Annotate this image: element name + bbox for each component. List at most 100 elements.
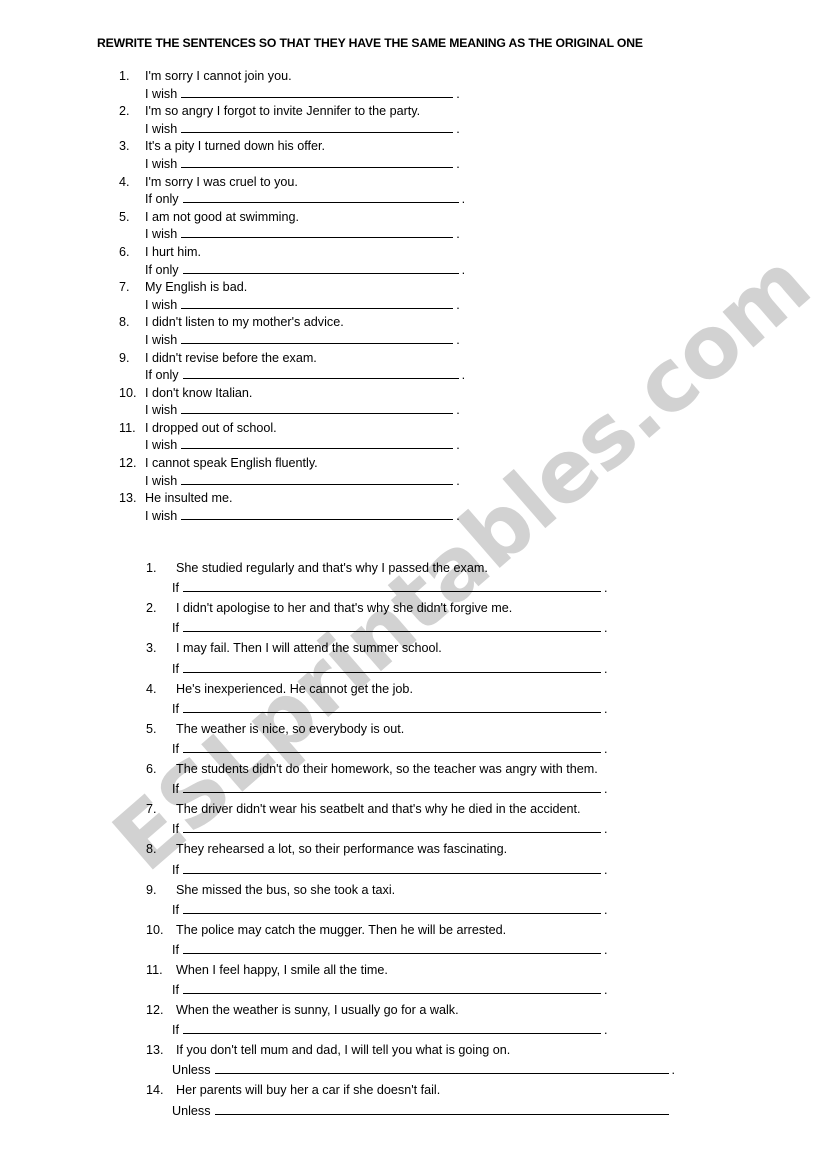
- answer-terminator: .: [456, 227, 460, 242]
- item-number: 10.: [119, 385, 137, 400]
- answer-lead-word: If only: [145, 368, 179, 383]
- question-sentence: The weather is nice, so everybody is out…: [176, 721, 405, 736]
- answer-blank[interactable]: [183, 942, 601, 954]
- answer-blank[interactable]: [182, 367, 459, 380]
- question-row: 11. I dropped out of school.: [0, 420, 277, 436]
- answer-row: I wish.: [0, 508, 460, 524]
- question-row: 9. She missed the bus, so she took a taxi…: [0, 882, 395, 898]
- item-number: 10.: [146, 922, 164, 937]
- answer-blank[interactable]: [214, 1103, 669, 1115]
- answer-terminator: .: [456, 473, 460, 488]
- item-number: 13.: [146, 1043, 164, 1058]
- answer-lead-word: I wish: [145, 332, 178, 347]
- answer-blank[interactable]: [183, 781, 601, 794]
- answer-blank[interactable]: [183, 580, 601, 593]
- answer-blank[interactable]: [181, 297, 454, 309]
- answer-blank[interactable]: [183, 821, 601, 834]
- answer-blank[interactable]: [183, 741, 601, 753]
- answer-lead-word: I wish: [145, 438, 178, 453]
- answer-row: If.: [0, 741, 608, 757]
- answer-blank[interactable]: [183, 620, 601, 633]
- question-sentence: She missed the bus, so she took a taxi.: [176, 882, 396, 897]
- answer-terminator: .: [461, 368, 466, 383]
- item-number: 13.: [119, 491, 137, 506]
- question-sentence: I am not good at swimming.: [145, 209, 299, 224]
- item-number: 8.: [146, 842, 157, 857]
- item-number: 6.: [119, 244, 130, 259]
- question-row: 13. He insulted me.: [0, 490, 233, 506]
- answer-blank[interactable]: [181, 402, 454, 415]
- item-number: 1.: [119, 69, 130, 83]
- answer-terminator: .: [456, 297, 460, 312]
- item-number: 2.: [119, 104, 130, 119]
- question-row: 1. I'm sorry I cannot join you.: [0, 68, 292, 84]
- question-row: 7. The driver didn't wear his seatbelt an…: [0, 801, 581, 817]
- answer-lead-word: I wish: [145, 121, 178, 136]
- answer-blank[interactable]: [214, 1062, 669, 1075]
- answer-blank[interactable]: [181, 332, 454, 344]
- question-sentence: When the weather is sunny, I usually go …: [176, 1003, 459, 1018]
- answer-row: I wish.: [0, 121, 460, 137]
- answer-row: I wish.: [0, 297, 460, 313]
- answer-blank[interactable]: [181, 86, 454, 98]
- answer-row: Unless.: [0, 1062, 675, 1078]
- answer-terminator: .: [456, 121, 460, 136]
- question-sentence: They rehearsed a lot, so their performan…: [176, 842, 508, 857]
- question-row: 4. I'm sorry I was cruel to you.: [0, 174, 298, 190]
- answer-lead-word: If: [172, 621, 179, 636]
- answer-lead-word: If only: [145, 192, 179, 207]
- answer-blank[interactable]: [183, 1022, 601, 1035]
- answer-lead-word: If: [172, 862, 179, 877]
- question-row: 11. When I feel happy, I smile all the ti…: [0, 962, 388, 978]
- answer-terminator: .: [604, 942, 608, 957]
- item-number: 3.: [146, 641, 157, 656]
- answer-blank[interactable]: [181, 437, 454, 450]
- answer-lead-word: I wish: [145, 86, 178, 101]
- question-sentence: If you don't tell mum and dad, I will te…: [176, 1043, 511, 1058]
- answer-blank[interactable]: [181, 156, 454, 168]
- answer-row: I wish.: [0, 402, 460, 418]
- answer-blank[interactable]: [181, 508, 454, 520]
- question-sentence: My English is bad.: [145, 280, 248, 295]
- answer-blank[interactable]: [182, 262, 459, 274]
- question-row: 1. She studied regularly and that's why I…: [0, 560, 488, 576]
- answer-blank[interactable]: [183, 701, 601, 713]
- item-number: 11.: [146, 962, 163, 977]
- question-sentence: I didn't apologise to her and that's why…: [176, 601, 513, 616]
- answer-blank[interactable]: [181, 121, 454, 133]
- item-number: 12.: [146, 1003, 164, 1018]
- answer-row: I wish.: [0, 156, 460, 172]
- item-number: 7.: [146, 802, 157, 817]
- answer-lead-word: If only: [145, 262, 179, 277]
- question-row: 4. He's inexperienced. He cannot get the …: [0, 681, 413, 697]
- answer-lead-word: I wish: [145, 473, 178, 488]
- question-sentence: I'm sorry I cannot join you.: [145, 69, 292, 83]
- answer-row: I wish.: [0, 226, 460, 242]
- answer-blank[interactable]: [183, 982, 601, 995]
- answer-lead-word: Unless: [172, 1103, 211, 1118]
- answer-terminator: .: [604, 701, 608, 716]
- answer-blank[interactable]: [183, 902, 601, 914]
- answer-terminator: .: [461, 192, 466, 207]
- question-row: 2. I'm so angry I forgot to invite Jennif…: [0, 103, 420, 119]
- answer-terminator: .: [604, 782, 608, 797]
- question-row: 8. I didn't listen to my mother's advice.: [0, 314, 344, 330]
- item-number: 7.: [119, 280, 130, 295]
- answer-blank[interactable]: [183, 862, 601, 874]
- item-number: 4.: [146, 681, 157, 696]
- question-sentence: He insulted me.: [145, 491, 233, 506]
- worksheet-page: ESLprintables.com REWRITE THE SENTENCES …: [0, 0, 821, 1169]
- answer-terminator: .: [456, 403, 460, 418]
- answer-blank[interactable]: [183, 661, 601, 673]
- answer-blank[interactable]: [182, 191, 459, 204]
- answer-row: I wish.: [0, 332, 460, 348]
- answer-terminator: .: [604, 862, 608, 877]
- item-number: 11.: [119, 420, 136, 435]
- answer-row: If only.: [0, 262, 465, 278]
- question-row: 7. My English is bad.: [0, 279, 247, 295]
- answer-blank[interactable]: [181, 473, 454, 485]
- question-sentence: Her parents will buy her a car if she do…: [176, 1083, 441, 1098]
- answer-blank[interactable]: [181, 226, 454, 239]
- question-sentence: I'm so angry I forgot to invite Jennifer…: [145, 104, 421, 119]
- answer-lead-word: I wish: [145, 227, 178, 242]
